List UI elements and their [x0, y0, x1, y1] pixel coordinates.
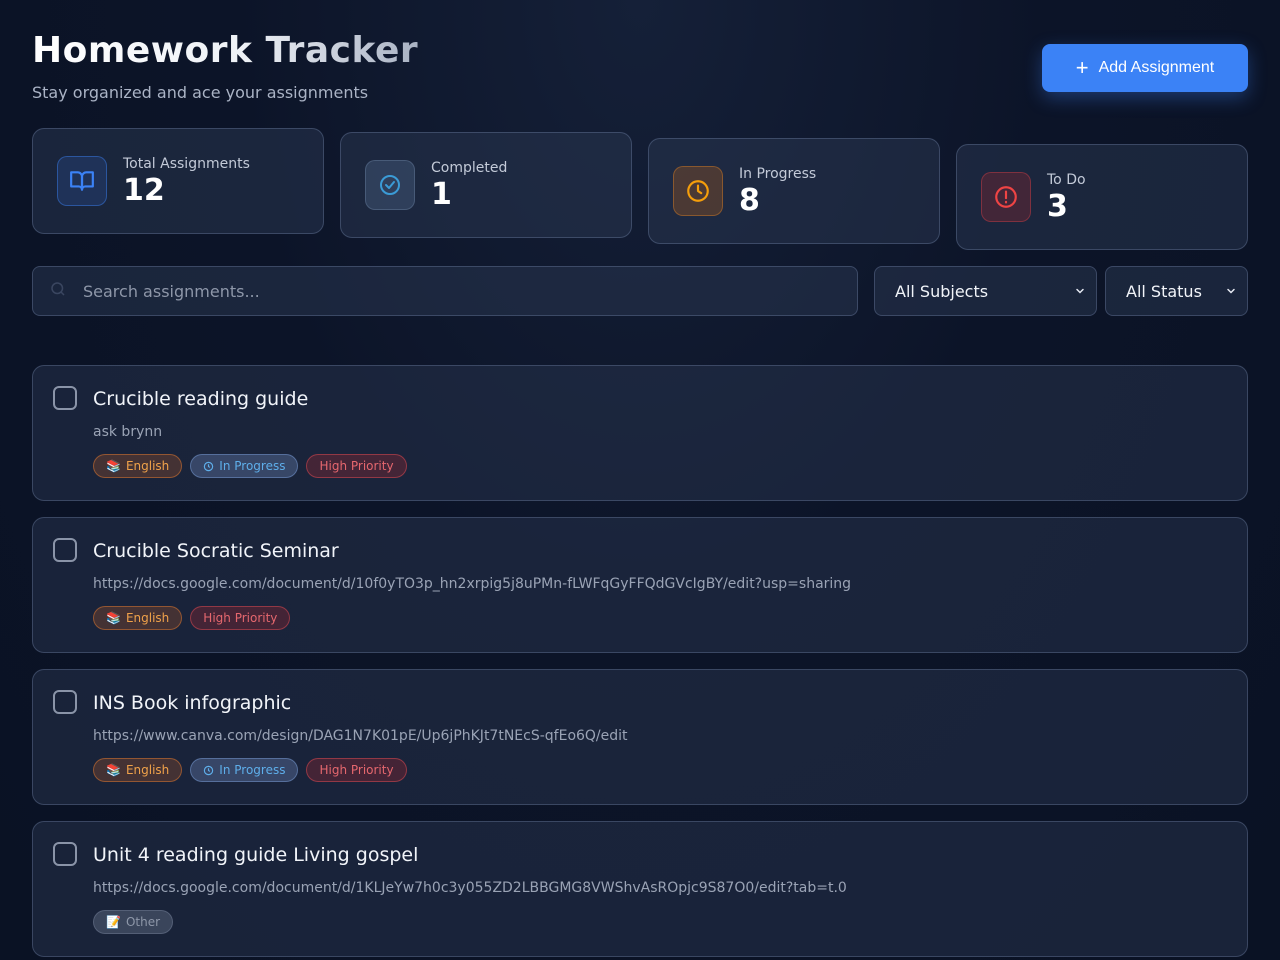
- stat-label: Completed: [431, 159, 508, 176]
- subject-tag: 📚 English: [93, 606, 183, 630]
- clock-icon: [204, 461, 214, 471]
- assignment-description: https://docs.google.com/document/d/10f0y…: [93, 576, 852, 592]
- assignment-card[interactable]: Crucible Socratic Seminar https://docs.g…: [32, 517, 1248, 653]
- tag-list: 📚 English High Priority: [93, 606, 291, 630]
- subject-tag-label: Other: [125, 915, 161, 929]
- stat-label: Total Assignments: [123, 155, 250, 172]
- assignment-card[interactable]: Unit 4 reading guide Living gospel https…: [32, 821, 1248, 957]
- stat-card-completed: Completed 1: [340, 132, 632, 238]
- status-filter-select[interactable]: All Status: [1105, 266, 1248, 316]
- complete-checkbox[interactable]: [53, 386, 77, 410]
- stat-value: 3: [1047, 188, 1068, 224]
- stat-value: 12: [123, 172, 165, 208]
- complete-checkbox[interactable]: [53, 690, 77, 714]
- assignment-description: https://docs.google.com/document/d/1KLJe…: [93, 880, 847, 896]
- alert-circle-icon: [981, 172, 1031, 222]
- stat-card-to-do: To Do 3: [956, 144, 1248, 250]
- clock-icon: [204, 765, 214, 775]
- book-icon: [57, 156, 107, 206]
- tag-list: 📝 Other: [93, 910, 174, 934]
- complete-checkbox[interactable]: [53, 842, 77, 866]
- subject-tag: 📝 Other: [93, 910, 174, 934]
- tag-list: 📚 English In Progress High Priority: [93, 454, 407, 478]
- books-icon: 📚: [106, 459, 121, 473]
- assignment-title: Crucible reading guide: [93, 388, 309, 410]
- stat-card-total: Total Assignments 12: [32, 128, 324, 234]
- check-circle-icon: [365, 160, 415, 210]
- assignment-title: Crucible Socratic Seminar: [93, 540, 339, 562]
- status-tag: In Progress: [190, 454, 299, 478]
- assignment-card[interactable]: INS Book infographic https://www.canva.c…: [32, 669, 1248, 805]
- page-subtitle: Stay organized and ace your assignments: [32, 83, 369, 102]
- tag-list: 📚 English In Progress High Priority: [93, 758, 407, 782]
- clock-icon: [673, 166, 723, 216]
- subject-tag: 📚 English: [93, 454, 183, 478]
- assignment-title: Unit 4 reading guide Living gospel: [93, 844, 419, 866]
- assignment-title: INS Book infographic: [93, 692, 292, 714]
- search-input[interactable]: [81, 280, 845, 302]
- priority-tag-label: High Priority: [319, 459, 394, 473]
- priority-tag-label: High Priority: [319, 763, 394, 777]
- priority-tag: High Priority: [190, 606, 291, 630]
- memo-icon: 📝: [106, 915, 121, 929]
- status-tag-label: In Progress: [219, 459, 286, 473]
- chevron-down-icon: [1074, 282, 1086, 301]
- page-header: Homework Tracker Stay organized and ace …: [32, 30, 418, 102]
- status-tag: In Progress: [190, 758, 299, 782]
- add-assignment-button[interactable]: + Add Assignment: [1042, 44, 1248, 92]
- search-box: [32, 266, 858, 316]
- search-icon: [49, 280, 67, 302]
- assignment-card[interactable]: Crucible reading guide ask brynn 📚 Engli…: [32, 365, 1248, 501]
- stat-label: To Do: [1047, 171, 1086, 188]
- priority-tag: High Priority: [306, 758, 407, 782]
- subject-tag-label: English: [125, 611, 170, 625]
- assignment-description: ask brynn: [93, 424, 163, 440]
- add-assignment-label: Add Assignment: [1098, 59, 1215, 76]
- priority-tag: High Priority: [306, 454, 407, 478]
- stat-label: In Progress: [739, 165, 817, 182]
- chevron-down-icon: [1225, 282, 1237, 301]
- page-title: Homework Tracker: [32, 30, 419, 71]
- stat-value: 1: [431, 176, 452, 212]
- subject-tag-label: English: [125, 459, 170, 473]
- books-icon: 📚: [106, 763, 121, 777]
- subject-filter-select[interactable]: All Subjects: [874, 266, 1097, 316]
- plus-icon: +: [1075, 55, 1089, 80]
- complete-checkbox[interactable]: [53, 538, 77, 562]
- priority-tag-label: High Priority: [203, 611, 278, 625]
- stat-card-in-progress: In Progress 8: [648, 138, 940, 244]
- subject-tag-label: English: [125, 763, 170, 777]
- status-filter-value: All Status: [1126, 281, 1202, 301]
- books-icon: 📚: [106, 611, 121, 625]
- subject-filter-value: All Subjects: [895, 281, 989, 301]
- assignment-description: https://www.canva.com/design/DAG1N7K01pE…: [93, 728, 628, 744]
- status-tag-label: In Progress: [219, 763, 286, 777]
- stat-value: 8: [739, 182, 760, 218]
- subject-tag: 📚 English: [93, 758, 183, 782]
